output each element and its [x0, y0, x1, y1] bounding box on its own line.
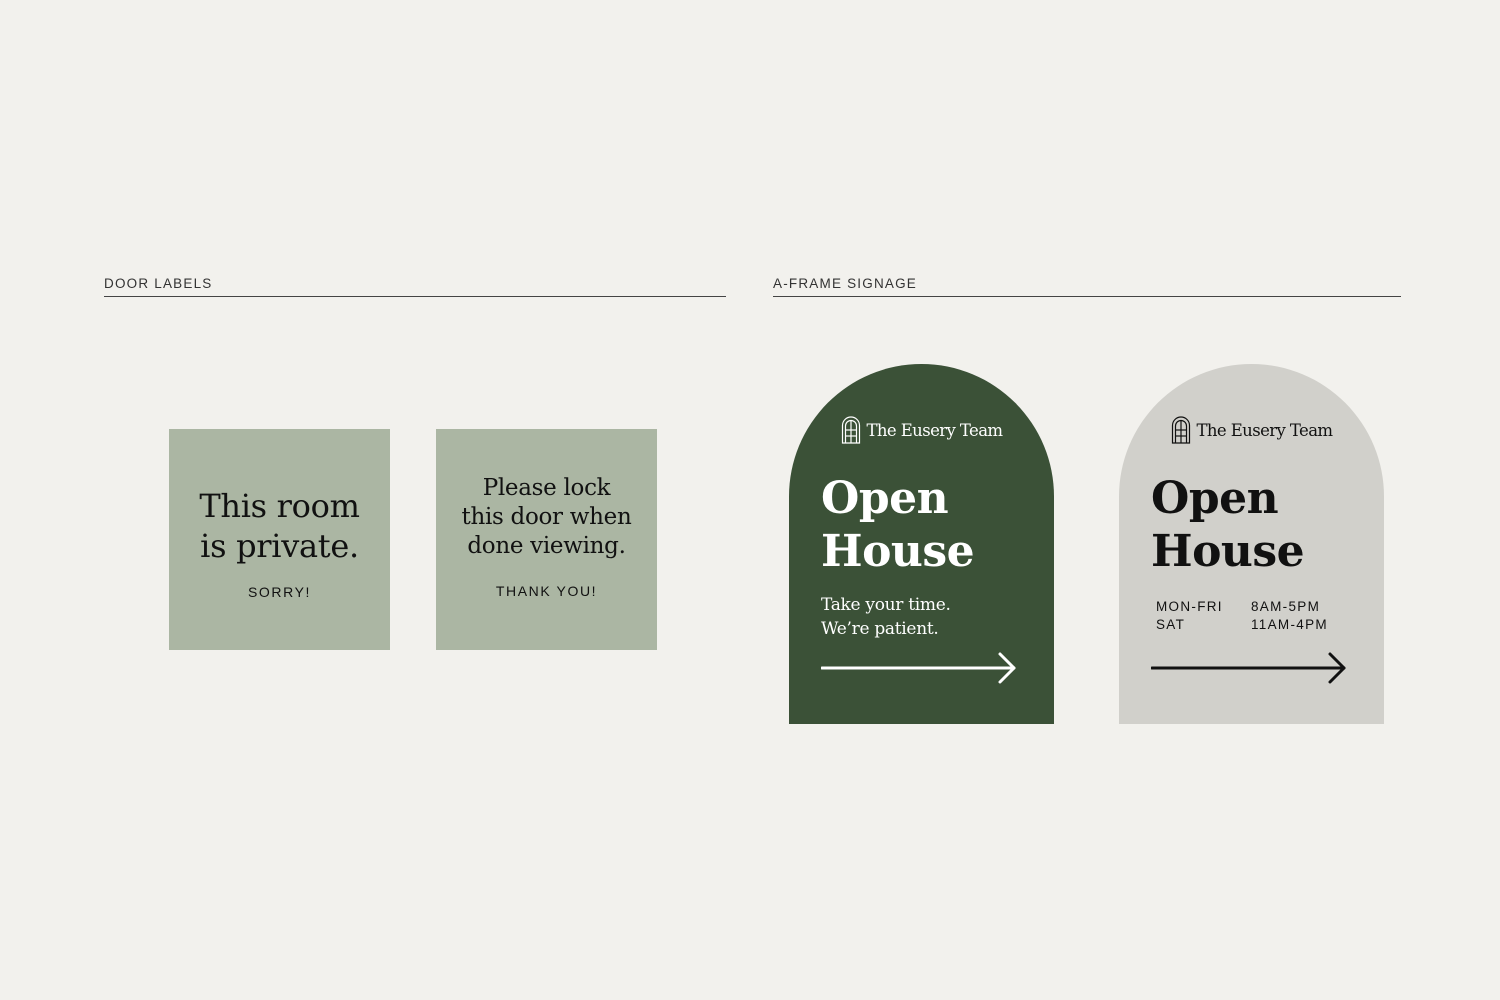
sign-headline: Open House [1151, 472, 1305, 578]
arched-window-icon [841, 416, 860, 444]
brand-lockup: The Eusery Team [1119, 416, 1384, 444]
hours-time: 11AM-4PM [1251, 617, 1328, 632]
door-label-subtext: SORRY! [247, 583, 312, 600]
right-arrow-icon [1151, 652, 1346, 684]
a-frame-sign-gray: The Eusery Team Open House MON-FRI 8AM-5… [1119, 364, 1384, 724]
hours-time: 8AM-5PM [1251, 599, 1321, 614]
arched-window-icon [1171, 416, 1190, 444]
section-divider [773, 296, 1401, 297]
right-arrow-icon [821, 652, 1016, 684]
hours-row: MON-FRI 8AM-5PM [1156, 598, 1328, 616]
door-label-private: This room is private. SORRY! [169, 429, 390, 650]
message-line: this door when [461, 504, 632, 530]
door-label-lock-door: Please lock this door when done viewing.… [436, 429, 657, 650]
message-line: This room [199, 486, 360, 525]
brand-name: The Eusery Team [866, 420, 1004, 440]
brand-lockup: The Eusery Team [789, 416, 1054, 444]
hours-day: MON-FRI [1156, 599, 1223, 614]
door-label-message: This room is private. [199, 486, 360, 566]
headline-line: House [1151, 526, 1305, 577]
hours-day: SAT [1156, 617, 1186, 632]
brand-name: The Eusery Team [1196, 420, 1334, 440]
opening-hours: MON-FRI 8AM-5PM SAT 11AM-4PM [1156, 598, 1328, 634]
sign-tagline: Take your time. We’re patient. [821, 593, 951, 641]
headline-line: Open [821, 473, 949, 524]
message-line: Please lock [482, 475, 611, 501]
message-line: is private. [200, 526, 359, 565]
sign-headline: Open House [821, 472, 975, 578]
tagline-line: We’re patient. [821, 619, 939, 639]
tagline-line: Take your time. [821, 595, 951, 615]
hours-row: SAT 11AM-4PM [1156, 616, 1328, 634]
a-frame-sign-green: The Eusery Team Open House Take your tim… [789, 364, 1054, 724]
headline-line: Open [1151, 473, 1279, 524]
door-label-message: Please lock this door when done viewing. [462, 474, 632, 561]
message-line: done viewing. [467, 533, 626, 559]
headline-line: House [821, 526, 975, 577]
section-divider [104, 296, 726, 297]
section-title-a-frame-signage: A-FRAME SIGNAGE [773, 276, 918, 291]
section-title-door-labels: DOOR LABELS [104, 276, 213, 291]
door-label-subtext: THANK YOU! [495, 583, 598, 599]
